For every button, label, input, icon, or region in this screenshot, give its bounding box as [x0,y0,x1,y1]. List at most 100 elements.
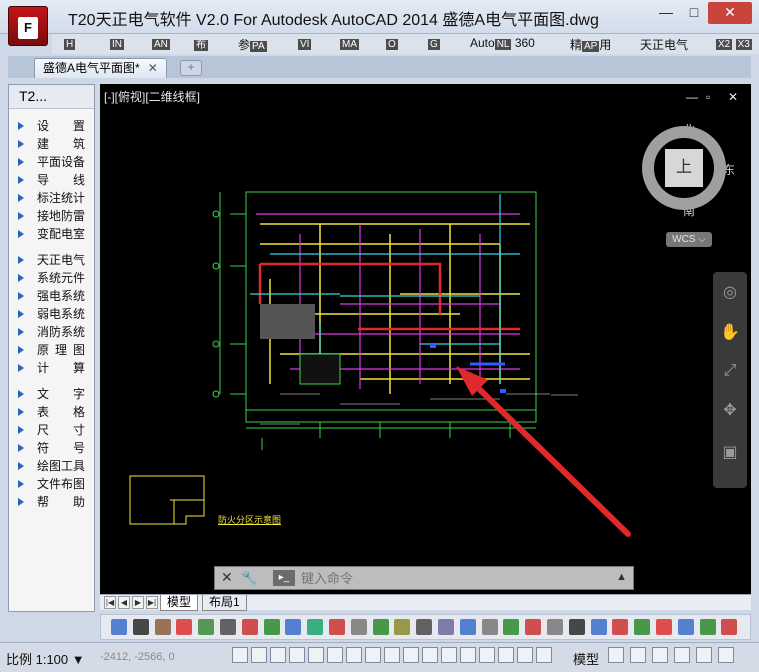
palette-item[interactable]: 文件布图 [9,475,94,493]
status-toggle-icon[interactable] [536,647,552,663]
toolbar-tool-icon[interactable] [416,619,433,635]
tab-view[interactable]: VI [298,36,312,50]
status-tool-icon[interactable] [652,647,668,663]
status-toggle-icon[interactable] [403,647,419,663]
status-tool-icon[interactable] [696,647,712,663]
toolbar-tool-icon[interactable] [590,619,607,635]
status-toggle-icon[interactable] [498,647,514,663]
toolbar-tool-icon[interactable] [241,619,258,635]
close-tab-icon[interactable]: ✕ [148,61,158,75]
toolbar-tool-icon[interactable] [459,619,476,635]
command-prompt-icon[interactable]: ▸_ [273,570,295,586]
status-toggle-icon[interactable] [422,647,438,663]
tab-manage[interactable]: MA [340,36,359,50]
next-layout-button[interactable]: ▶ [132,596,144,609]
model-space-toggle[interactable]: 模型 [573,649,599,668]
command-close-icon[interactable]: ✕ [221,569,233,586]
toolbar-tool-icon[interactable] [307,619,324,635]
palette-item[interactable]: 帮 助 [9,493,94,511]
toolbar-tool-icon[interactable] [568,619,585,635]
toolbar-tool-icon[interactable] [329,619,345,635]
drawing-viewport[interactable]: [-][俯视][二维线框] — ▫ ✕ 北 南 东 西 上 WCS ⌵ ◎ ✋ … [100,84,751,594]
status-toggle-icon[interactable] [384,647,400,663]
palette-item[interactable]: 接地防雷 [9,207,94,225]
toolbar-tool-icon[interactable] [547,619,563,635]
toolbar-tool-icon[interactable] [132,619,149,635]
palette-item[interactable]: 消防系统 [9,323,94,341]
status-toggle-icon[interactable] [270,647,286,663]
palette-item[interactable]: 标注统计 [9,189,94,207]
palette-item[interactable]: 设 置 [9,117,94,135]
status-toggle-icon[interactable] [479,647,495,663]
palette-item[interactable]: 表 格 [9,403,94,421]
palette-item[interactable]: 强电系统 [9,287,94,305]
palette-item[interactable]: 建 筑 [9,135,94,153]
maximize-button[interactable]: □ [680,2,708,24]
toolbar-tool-icon[interactable] [285,619,302,635]
status-toggle-icon[interactable] [365,647,381,663]
command-input[interactable] [301,570,601,587]
close-button[interactable]: ✕ [708,2,752,24]
tab-layout1[interactable]: 布局1 [202,595,247,611]
previous-layout-button[interactable]: ◀ [118,596,130,609]
tab-extra[interactable]: X2 X3 [716,36,752,50]
minimize-button[interactable]: — [652,2,680,24]
toolbar-tool-icon[interactable] [634,619,651,635]
tab-tianzheng-electric[interactable]: 天正电气 [640,36,688,53]
palette-item[interactable]: 弱电系统 [9,305,94,323]
palette-item[interactable]: 符 号 [9,439,94,457]
document-tab[interactable]: 盛德A电气平面图* ✕ [34,58,167,78]
status-toggle-icon[interactable] [441,647,457,663]
palette-item[interactable]: 平面设备 [9,153,94,171]
palette-item[interactable]: 文 字 [9,385,94,403]
toolbar-tool-icon[interactable] [481,619,498,635]
palette-item[interactable]: 计 算 [9,359,94,377]
status-tool-icon[interactable] [718,647,734,663]
tab-annotate[interactable]: AN [152,36,170,50]
toolbar-tool-icon[interactable] [198,619,215,635]
status-tool-icon[interactable] [630,647,646,663]
toolbar-tool-icon[interactable] [111,619,127,635]
status-tool-icon[interactable] [674,647,690,663]
tab-autodesk-360[interactable]: Auto NL 360 [470,36,535,50]
tab-model[interactable]: 模型 [160,595,199,611]
status-toggle-icon[interactable] [517,647,533,663]
palette-item[interactable]: 变配电室 [9,225,94,243]
tab-featured-apps[interactable]: 精 AP 用 [570,36,611,53]
toolbar-tool-icon[interactable] [350,619,367,635]
status-tool-icon[interactable] [608,647,624,663]
palette-item[interactable]: 天正电气 [9,251,94,269]
toolbar-tool-icon[interactable] [656,619,672,635]
palette-item[interactable]: 尺 寸 [9,421,94,439]
toolbar-tool-icon[interactable] [677,619,694,635]
toolbar-tool-icon[interactable] [372,619,389,635]
tab-plugins[interactable]: G [428,36,440,50]
palette-item[interactable]: 原 理 图 [9,341,94,359]
application-menu-button[interactable]: F [8,6,48,46]
toolbar-tool-icon[interactable] [438,619,454,635]
toolbar-tool-icon[interactable] [263,619,280,635]
toolbar-tool-icon[interactable] [176,619,193,635]
status-toggle-icon[interactable] [289,647,305,663]
status-toggle-icon[interactable] [460,647,476,663]
command-history-icon[interactable]: ▲ [616,571,627,583]
toolbar-tool-icon[interactable] [394,619,411,635]
wrench-icon[interactable]: 🔧 [241,570,257,586]
status-toggle-icon[interactable] [251,647,267,663]
first-layout-button[interactable]: |◀ [104,596,116,609]
tab-parametric[interactable]: 参 PA [238,36,267,53]
tab-insert[interactable]: IN [110,36,124,50]
toolbar-tool-icon[interactable] [612,619,629,635]
palette-item[interactable]: 导 线 [9,171,94,189]
annotation-scale[interactable]: 比例 1:100 ▼ [6,649,85,668]
status-toggle-icon[interactable] [346,647,362,663]
tab-output[interactable]: O [386,36,398,50]
tab-home[interactable]: H [64,36,76,50]
palette-title[interactable]: T2... [9,85,94,109]
status-toggle-icon[interactable] [232,647,248,663]
toolbar-tool-icon[interactable] [699,619,716,635]
toolbar-tool-icon[interactable] [503,619,520,635]
toolbar-tool-icon[interactable] [721,619,738,635]
toolbar-tool-icon[interactable] [154,619,171,635]
palette-item[interactable]: 系统元件 [9,269,94,287]
